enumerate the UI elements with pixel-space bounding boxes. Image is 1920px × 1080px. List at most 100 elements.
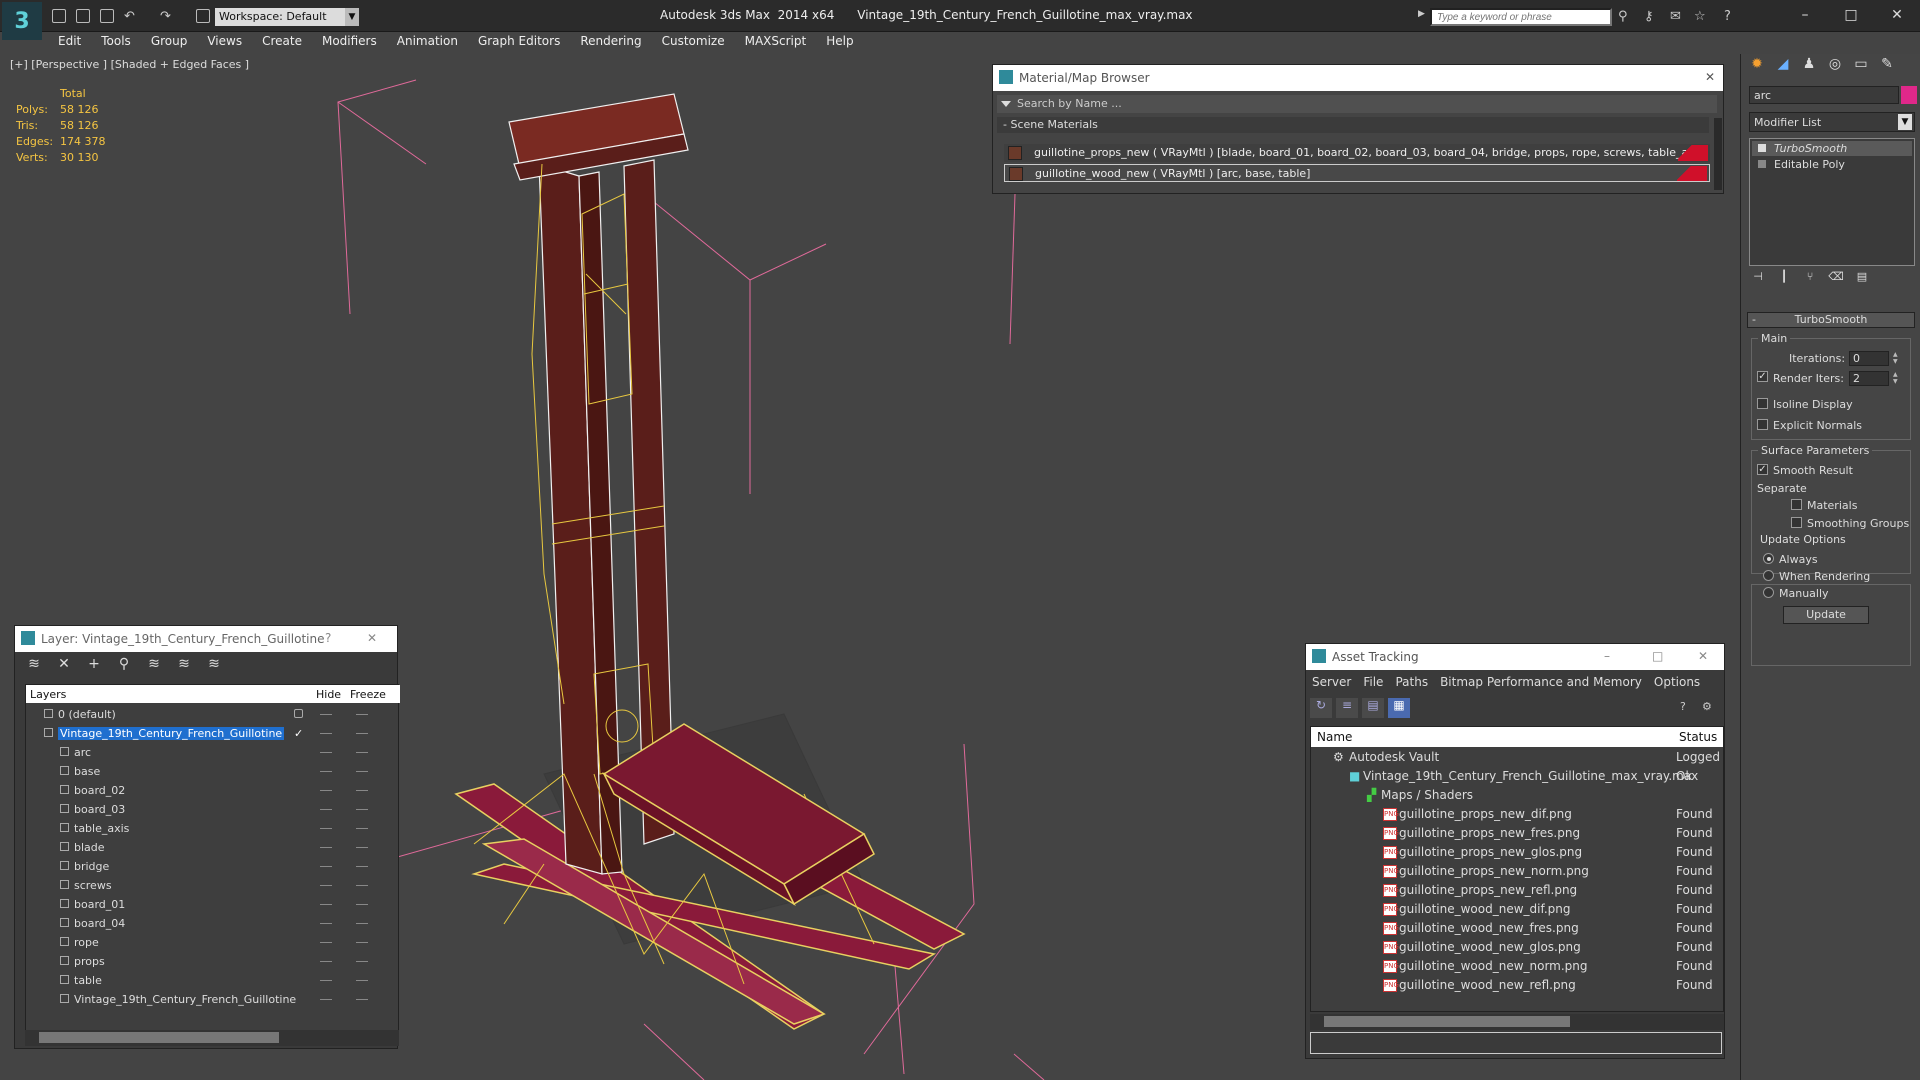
motion-tab-icon[interactable]: ◎ (1823, 56, 1847, 80)
layer-name[interactable]: Vintage_19th_Century_French_Guillotine (74, 993, 296, 1006)
layer-name[interactable]: 0 (default) (58, 708, 116, 721)
freeze-toggle[interactable] (356, 847, 368, 848)
binoculars-icon[interactable]: ⚲ (1618, 9, 1628, 24)
column-status[interactable]: Status (1679, 730, 1717, 744)
isoline-display-checkbox[interactable] (1757, 398, 1768, 409)
layer-object-row[interactable]: bridge (26, 857, 386, 876)
column-freeze[interactable]: Freeze (350, 688, 386, 701)
object-color-swatch[interactable] (1901, 86, 1917, 104)
asset-row-map[interactable]: PNG guillotine_props_new_glos.png Found (1311, 843, 1723, 862)
turbosmooth-rollout-header[interactable]: - TurboSmooth (1747, 312, 1915, 328)
help-icon[interactable]: ? (1680, 700, 1686, 713)
freeze-toggle[interactable] (356, 790, 368, 791)
expand-arrow-icon[interactable]: ▶ (1418, 9, 1425, 19)
menu-create[interactable]: Create (252, 32, 312, 52)
layer-name[interactable]: board_04 (74, 917, 125, 930)
close-icon[interactable]: ✕ (1705, 70, 1715, 84)
layer-object-row[interactable]: screws (26, 876, 386, 895)
freeze-toggle[interactable] (356, 771, 368, 772)
freeze-toggle[interactable] (356, 714, 368, 715)
layer-object-row[interactable]: board_01 (26, 895, 386, 914)
freeze-toggle[interactable] (356, 866, 368, 867)
favorites-star-icon[interactable]: ☆ (1694, 9, 1706, 24)
hide-toggle[interactable] (320, 790, 332, 791)
asset-menu-options[interactable]: Options (1648, 672, 1706, 692)
hide-toggle[interactable] (320, 866, 332, 867)
asset-row-vault[interactable]: ⚙ Autodesk Vault Logged O (1311, 748, 1723, 767)
explicit-normals-checkbox[interactable] (1757, 419, 1768, 430)
hide-toggle[interactable] (320, 980, 332, 981)
layer-object-row[interactable]: board_04 (26, 914, 386, 933)
materials-checkbox[interactable] (1791, 499, 1802, 510)
hide-toggle[interactable] (320, 733, 332, 734)
scrollbar-thumb[interactable] (39, 1032, 279, 1043)
spinner-arrows-icon[interactable]: ▲ ▼ (1893, 371, 1901, 386)
thumbnail-view-icon[interactable]: ▤ (1362, 698, 1384, 718)
hide-all-icon[interactable]: ≋ (173, 656, 195, 676)
layer-name[interactable]: screws (74, 879, 112, 892)
asset-row-map[interactable]: PNG guillotine_wood_new_fres.png Found (1311, 919, 1723, 938)
lightbulb-icon[interactable] (1758, 144, 1766, 152)
freeze-toggle[interactable] (356, 809, 368, 810)
hide-toggle[interactable] (320, 942, 332, 943)
menu-graph-editors[interactable]: Graph Editors (468, 32, 570, 52)
create-tab-icon[interactable]: ✹ (1745, 56, 1769, 80)
layer-name[interactable]: board_01 (74, 898, 125, 911)
layer-horizontal-scrollbar[interactable] (25, 1030, 399, 1046)
when-rendering-radio[interactable] (1763, 570, 1774, 581)
manually-radio[interactable] (1763, 587, 1774, 598)
chevron-down-icon[interactable]: ▼ (345, 8, 359, 26)
asset-horizontal-scrollbar[interactable] (1310, 1014, 1724, 1030)
layer-name[interactable]: Vintage_19th_Century_French_Guillotine (58, 727, 285, 740)
layer-name[interactable]: blade (74, 841, 105, 854)
redo-icon[interactable]: ↷ (160, 9, 171, 24)
menu-maxscript[interactable]: MAXScript (735, 32, 817, 52)
material-item[interactable]: guillotine_wood_new ( VRayMtl ) [arc, ba… (1004, 164, 1710, 182)
menu-help[interactable]: Help (816, 32, 863, 52)
layer-name[interactable]: table (74, 974, 102, 987)
object-name-field[interactable]: arc (1749, 86, 1899, 104)
layer-row[interactable]: Vintage_19th_Century_French_Guillotine ✓ (26, 724, 386, 743)
update-button[interactable]: Update (1783, 606, 1869, 624)
layer-name[interactable]: table_axis (74, 822, 129, 835)
scrollbar-thumb[interactable] (1324, 1016, 1570, 1027)
hide-toggle[interactable] (320, 714, 332, 715)
hide-toggle[interactable] (320, 752, 332, 753)
stack-item-turbosmooth[interactable]: TurboSmooth (1752, 141, 1912, 156)
hide-toggle[interactable] (320, 961, 332, 962)
layer-object-row[interactable]: rope (26, 933, 386, 952)
undo-icon[interactable]: ↶ (124, 9, 135, 24)
layer-object-row[interactable]: arc (26, 743, 386, 762)
asset-row-file[interactable]: ■ Vintage_19th_Century_French_Guillotine… (1311, 767, 1723, 786)
close-icon[interactable]: ✕ (367, 631, 377, 645)
render-iters-checkbox[interactable]: ✓ (1757, 371, 1768, 382)
asset-row-map[interactable]: PNG guillotine_props_new_norm.png Found (1311, 862, 1723, 881)
hide-toggle[interactable] (320, 904, 332, 905)
column-name[interactable]: Name (1317, 730, 1352, 744)
modifier-list-dropdown[interactable]: Modifier List ▼ (1749, 112, 1915, 132)
asset-row-map[interactable]: PNG guillotine_wood_new_glos.png Found (1311, 938, 1723, 957)
asset-menu-server[interactable]: Server (1306, 672, 1357, 692)
menu-views[interactable]: Views (197, 32, 252, 52)
utilities-tab-icon[interactable]: ✎ (1875, 56, 1899, 80)
asset-menu-paths[interactable]: Paths (1389, 672, 1434, 692)
always-radio[interactable] (1763, 553, 1774, 564)
help-icon[interactable]: ? (325, 631, 331, 645)
select-objects-icon[interactable]: ⚲ (113, 656, 135, 676)
add-to-layer-icon[interactable]: + (83, 656, 105, 676)
close-icon[interactable]: ✕ (1698, 649, 1708, 663)
layer-name[interactable]: base (74, 765, 100, 778)
current-layer-icon[interactable] (294, 709, 303, 718)
layer-object-row[interactable]: blade (26, 838, 386, 857)
freeze-toggle[interactable] (356, 923, 368, 924)
layer-name[interactable]: arc (74, 746, 91, 759)
hide-toggle[interactable] (320, 885, 332, 886)
freeze-toggle[interactable] (356, 828, 368, 829)
asset-row-map[interactable]: PNG guillotine_props_new_refl.png Found (1311, 881, 1723, 900)
layer-object-row[interactable]: board_03 (26, 800, 386, 819)
search-options-icon[interactable] (1001, 101, 1011, 107)
smooth-result-checkbox[interactable]: ✓ (1757, 464, 1768, 475)
delete-layer-icon[interactable]: ✕ (53, 656, 75, 676)
chevron-down-icon[interactable]: ▼ (1898, 114, 1912, 130)
freeze-toggle[interactable] (356, 980, 368, 981)
